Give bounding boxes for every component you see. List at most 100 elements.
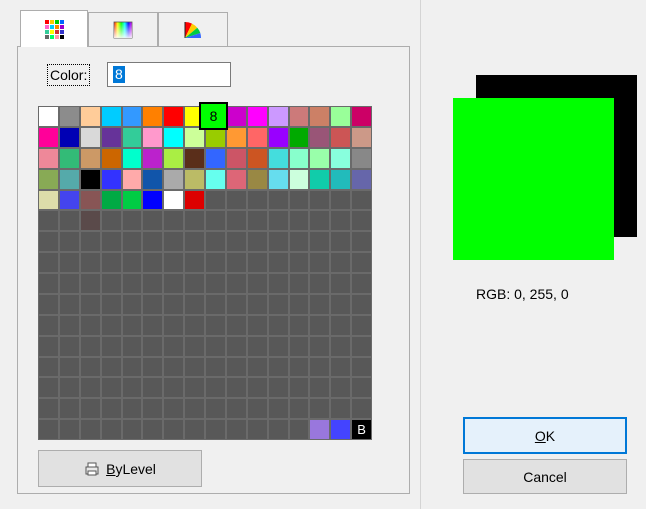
palette-cell[interactable] [143, 274, 163, 293]
palette-cell[interactable] [206, 253, 225, 272]
palette-cell[interactable] [122, 274, 142, 293]
palette-cell[interactable] [101, 211, 121, 231]
palette-cell[interactable] [206, 190, 225, 210]
palette-cell[interactable] [39, 232, 58, 252]
palette-cell[interactable] [247, 294, 267, 314]
palette-cell[interactable] [101, 378, 121, 398]
palette-cell[interactable]: B [352, 420, 371, 439]
palette-cell[interactable] [289, 420, 309, 439]
palette-cell[interactable] [143, 232, 163, 252]
palette-cell[interactable] [80, 294, 100, 314]
palette-cell[interactable] [80, 253, 100, 272]
palette-cell[interactable] [310, 378, 330, 398]
palette-cell[interactable] [143, 315, 163, 335]
palette-cell[interactable] [310, 232, 330, 252]
palette-cell[interactable] [331, 190, 351, 210]
palette-cell[interactable] [80, 378, 100, 398]
palette-cell[interactable] [352, 378, 371, 398]
palette-cell[interactable] [331, 253, 351, 272]
palette-cell[interactable] [289, 211, 309, 231]
palette-cell[interactable] [164, 232, 184, 252]
palette-cell[interactable] [268, 169, 288, 189]
palette-cell[interactable] [59, 127, 79, 147]
palette-cell[interactable] [247, 399, 267, 419]
palette-cell[interactable] [352, 211, 371, 231]
palette-cell[interactable] [226, 399, 246, 419]
palette-cell[interactable] [164, 127, 184, 147]
palette-cell[interactable] [39, 211, 58, 231]
palette-cell[interactable] [226, 357, 246, 377]
palette-cell[interactable] [206, 378, 225, 398]
palette-cell[interactable] [310, 274, 330, 293]
palette-cell[interactable] [247, 253, 267, 272]
palette-cell[interactable] [352, 107, 371, 126]
palette-cell[interactable] [101, 315, 121, 335]
palette-cell[interactable] [352, 232, 371, 252]
palette-cell[interactable] [39, 315, 58, 335]
palette-cell[interactable] [310, 148, 330, 168]
palette-cell[interactable] [122, 148, 142, 168]
palette-cell[interactable] [206, 357, 225, 377]
palette-cell[interactable] [247, 190, 267, 210]
palette-cell[interactable] [226, 336, 246, 356]
palette-cell[interactable] [101, 148, 121, 168]
palette-cell[interactable] [268, 107, 288, 126]
palette-cell[interactable] [352, 357, 371, 377]
palette-cell[interactable] [352, 315, 371, 335]
palette-cell[interactable] [310, 211, 330, 231]
palette-cell[interactable] [101, 169, 121, 189]
palette-cell[interactable] [185, 232, 204, 252]
palette-cell[interactable] [268, 378, 288, 398]
palette-cell[interactable] [206, 127, 225, 147]
palette-cell[interactable] [122, 190, 142, 210]
palette-cell[interactable] [185, 336, 204, 356]
palette-cell[interactable] [226, 127, 246, 147]
palette-cell[interactable] [39, 336, 58, 356]
palette-cell[interactable] [289, 190, 309, 210]
palette-cell[interactable] [122, 211, 142, 231]
palette-cell[interactable] [352, 148, 371, 168]
palette-cell[interactable] [331, 148, 351, 168]
palette-cell[interactable] [331, 211, 351, 231]
palette-cell[interactable] [80, 148, 100, 168]
palette-cell[interactable] [164, 211, 184, 231]
palette-cell[interactable] [164, 190, 184, 210]
palette-cell[interactable] [226, 378, 246, 398]
palette-cell[interactable] [164, 399, 184, 419]
palette-cell[interactable] [268, 315, 288, 335]
palette-cell[interactable] [289, 378, 309, 398]
palette-cell[interactable] [226, 211, 246, 231]
palette-cell[interactable] [59, 169, 79, 189]
palette-cell[interactable] [247, 274, 267, 293]
palette-cell[interactable] [143, 357, 163, 377]
palette-cell[interactable] [331, 232, 351, 252]
palette-cell[interactable] [101, 190, 121, 210]
palette-cell[interactable] [268, 336, 288, 356]
palette-cell[interactable] [289, 127, 309, 147]
palette-cell[interactable] [143, 336, 163, 356]
palette-cell[interactable] [268, 420, 288, 439]
palette-cell[interactable] [39, 107, 58, 126]
palette-cell[interactable] [185, 169, 204, 189]
palette-cell[interactable] [268, 399, 288, 419]
palette-cell[interactable] [247, 211, 267, 231]
palette-cell[interactable] [143, 253, 163, 272]
palette-cell[interactable] [39, 378, 58, 398]
palette-cell[interactable] [101, 399, 121, 419]
palette-cell[interactable] [331, 399, 351, 419]
palette-cell[interactable] [352, 190, 371, 210]
palette-cell[interactable] [164, 253, 184, 272]
palette-cell[interactable] [268, 253, 288, 272]
palette-cell[interactable] [310, 420, 330, 439]
palette-cell[interactable] [59, 232, 79, 252]
palette-cell[interactable] [185, 420, 204, 439]
palette-cell[interactable] [268, 190, 288, 210]
palette-cell[interactable] [101, 232, 121, 252]
palette-cell[interactable] [143, 107, 163, 126]
palette-cell[interactable] [59, 315, 79, 335]
palette-cell[interactable] [101, 420, 121, 439]
palette-cell[interactable] [101, 107, 121, 126]
palette-cell[interactable] [289, 169, 309, 189]
palette-cell[interactable] [164, 378, 184, 398]
palette-cell[interactable] [268, 148, 288, 168]
